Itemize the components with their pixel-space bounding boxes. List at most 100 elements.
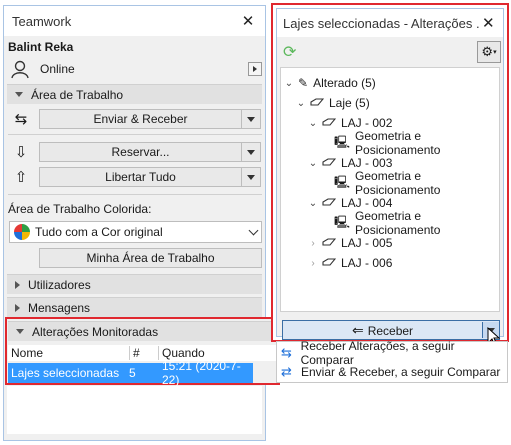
- expand-icon: [15, 303, 20, 312]
- changes-toolbar: ⟳ ⚙ ▾: [283, 41, 503, 63]
- messages-section-header[interactable]: Mensagens: [7, 297, 262, 317]
- close-icon[interactable]: ✕: [239, 12, 257, 30]
- geometry-icon: 🖳: [334, 214, 351, 229]
- slab-icon: [310, 96, 325, 110]
- tree-root-label: Alterado (5): [313, 76, 376, 90]
- refresh-icon[interactable]: ⟳: [283, 42, 296, 62]
- chevron-right-icon: ›: [311, 257, 315, 269]
- receive-compare-icon: ⇆: [281, 345, 292, 360]
- status-row: Online: [10, 58, 262, 80]
- tree-root[interactable]: ⌄ ✎ Alterado (5): [283, 74, 376, 92]
- chevron-down-icon: ⌄: [308, 117, 318, 129]
- tree-item-label: LAJ - 003: [341, 156, 393, 170]
- divider: [8, 134, 262, 135]
- tree-subitem[interactable]: 🖳 Geometria e Posicionamento: [331, 209, 499, 237]
- geometry-icon: 🖳: [334, 134, 351, 149]
- send-receive-icon: ⇆: [14, 111, 28, 128]
- menu-item-send-receive-compare[interactable]: ⇄ Enviar & Receber, a seguir Comparar: [281, 363, 500, 381]
- chevron-down-icon: ⌄: [308, 157, 318, 169]
- divider: [8, 194, 262, 195]
- status-menu-button[interactable]: [248, 62, 262, 76]
- reserve-arrow-icon: ⇩: [14, 144, 28, 161]
- reserve-dropdown[interactable]: [241, 143, 260, 161]
- chevron-down-icon: [247, 116, 255, 122]
- users-section-header[interactable]: Utilizadores: [7, 274, 262, 294]
- changes-tree: ⌄ ✎ Alterado (5) ⌄ Laje (5) ⌄ LAJ - 002 …: [280, 67, 500, 312]
- changes-window-highlight: Lajes seleccionadas - Alterações ... ✕ ⟳…: [271, 3, 509, 342]
- changes-titlebar: Lajes seleccionadas - Alterações ... ✕: [277, 9, 503, 37]
- changes-panel: Lajes seleccionadas - Alterações ... ✕ ⟳…: [276, 8, 504, 340]
- tree-subitem-label: Geometria e Posicionamento: [355, 129, 441, 157]
- tree-item[interactable]: › LAJ - 006: [307, 254, 392, 272]
- play-icon: [253, 66, 257, 72]
- tree-subitem[interactable]: 🖳 Geometria e Posicionamento: [331, 169, 499, 197]
- collapse-icon: [16, 329, 24, 334]
- teamwork-panel: Teamwork ✕ Balint Reka Online Área de Tr…: [3, 5, 280, 441]
- send-receive-compare-icon: ⇄: [281, 364, 292, 379]
- send-receive-button[interactable]: Enviar & Receber: [39, 109, 261, 129]
- teamwork-title: Teamwork: [12, 13, 72, 29]
- row-name: Lajes seleccionadas: [11, 366, 120, 380]
- slab-icon: [322, 156, 337, 170]
- color-select[interactable]: Tudo com a Cor original: [9, 221, 262, 243]
- release-row: ⇧ Libertar Tudo: [9, 166, 262, 188]
- users-section-label: Utilizadores: [28, 277, 91, 292]
- chevron-down-icon: [247, 149, 255, 155]
- column-header-count[interactable]: #: [129, 346, 140, 360]
- monitored-section-label: Alterações Monitoradas: [32, 324, 159, 339]
- tree-subitem-label: Geometria e Posicionamento: [355, 169, 441, 197]
- expand-icon: [15, 280, 20, 289]
- menu-item-receive-compare[interactable]: ⇆ Receber Alterações, a seguir Comparar: [281, 339, 507, 367]
- colored-workspace-label: Área de Trabalho Colorida:: [8, 202, 152, 216]
- release-dropdown[interactable]: [241, 168, 260, 186]
- tree-item-label: LAJ - 002: [341, 116, 393, 130]
- chevron-down-icon: [247, 174, 255, 180]
- tree-subitem[interactable]: 🖳 Geometria e Posicionamento: [331, 129, 499, 157]
- reserve-row: ⇩ Reservar...: [9, 141, 262, 163]
- tree-group[interactable]: ⌄ Laje (5): [295, 94, 370, 112]
- user-name: Balint Reka: [8, 40, 74, 54]
- changes-title: Lajes seleccionadas - Alterações ...: [283, 15, 480, 31]
- my-workspace-button[interactable]: Minha Área de Trabalho: [39, 248, 262, 268]
- slab-icon: [322, 256, 337, 270]
- tree-group-label: Laje (5): [329, 96, 370, 110]
- arrow-left-icon: ⇐: [351, 321, 364, 338]
- tree-subitem-label: Geometria e Posicionamento: [355, 209, 441, 237]
- receive-button[interactable]: ⇐ Receber: [282, 320, 500, 340]
- send-receive-dropdown[interactable]: [241, 110, 260, 128]
- color-select-value: Tudo com a Cor original: [35, 225, 163, 239]
- messages-section-label: Mensagens: [28, 300, 91, 315]
- receive-dropdown-menu: ⇆ Receber Alterações, a seguir Comparar …: [276, 339, 508, 383]
- reserve-label: Reservar...: [111, 145, 170, 159]
- table-row[interactable]: Lajes seleccionadas 5 15:21 (2020-7-22): [8, 359, 253, 387]
- chevron-down-icon: ▾: [493, 49, 497, 56]
- chevron-down-icon: ⌄: [296, 97, 306, 109]
- send-receive-label: Enviar & Receber: [93, 112, 188, 126]
- tree-item-label: LAJ - 005: [341, 236, 393, 250]
- release-all-label: Libertar Tudo: [105, 170, 176, 184]
- reserve-button[interactable]: Reservar...: [39, 142, 261, 162]
- table-empty-area: [7, 386, 262, 434]
- geometry-icon: 🖳: [334, 174, 351, 189]
- release-all-button[interactable]: Libertar Tudo: [39, 167, 261, 187]
- column-header-when[interactable]: Quando: [158, 346, 205, 360]
- tree-item[interactable]: › LAJ - 005: [307, 234, 392, 252]
- release-arrow-icon: ⇧: [14, 169, 28, 186]
- workspace-section-header[interactable]: Área de Trabalho: [7, 84, 262, 104]
- slab-icon: [322, 116, 337, 130]
- column-header-name[interactable]: Nome: [11, 346, 43, 360]
- gear-icon: ⚙: [481, 44, 494, 59]
- receive-button-content: ⇐ Receber: [283, 322, 482, 339]
- close-icon[interactable]: ✕: [480, 14, 497, 32]
- collapse-icon: [15, 92, 23, 97]
- menu-item-label: Enviar & Receber, a seguir Comparar: [301, 365, 501, 379]
- row-when: 15:21 (2020-7-22): [162, 359, 241, 387]
- receive-label: Receber: [367, 323, 414, 338]
- chevron-down-icon: ⌄: [284, 77, 294, 89]
- monitored-section-header[interactable]: Alterações Monitoradas: [8, 321, 277, 341]
- slab-icon: [322, 236, 337, 250]
- settings-button[interactable]: ⚙ ▾: [477, 41, 501, 63]
- pencil-icon: ✎: [298, 76, 309, 90]
- chevron-right-icon: ›: [311, 237, 315, 249]
- status-text: Online: [40, 62, 75, 76]
